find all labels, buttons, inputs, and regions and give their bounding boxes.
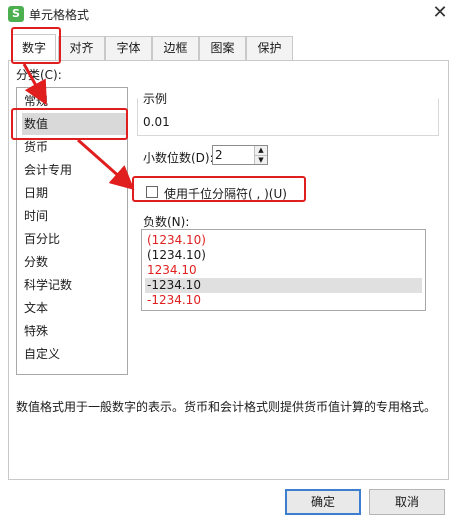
annotation-arrows	[22, 63, 135, 190]
annotation-arrow-2	[77, 138, 135, 190]
annotation-arrow-1	[22, 63, 47, 106]
